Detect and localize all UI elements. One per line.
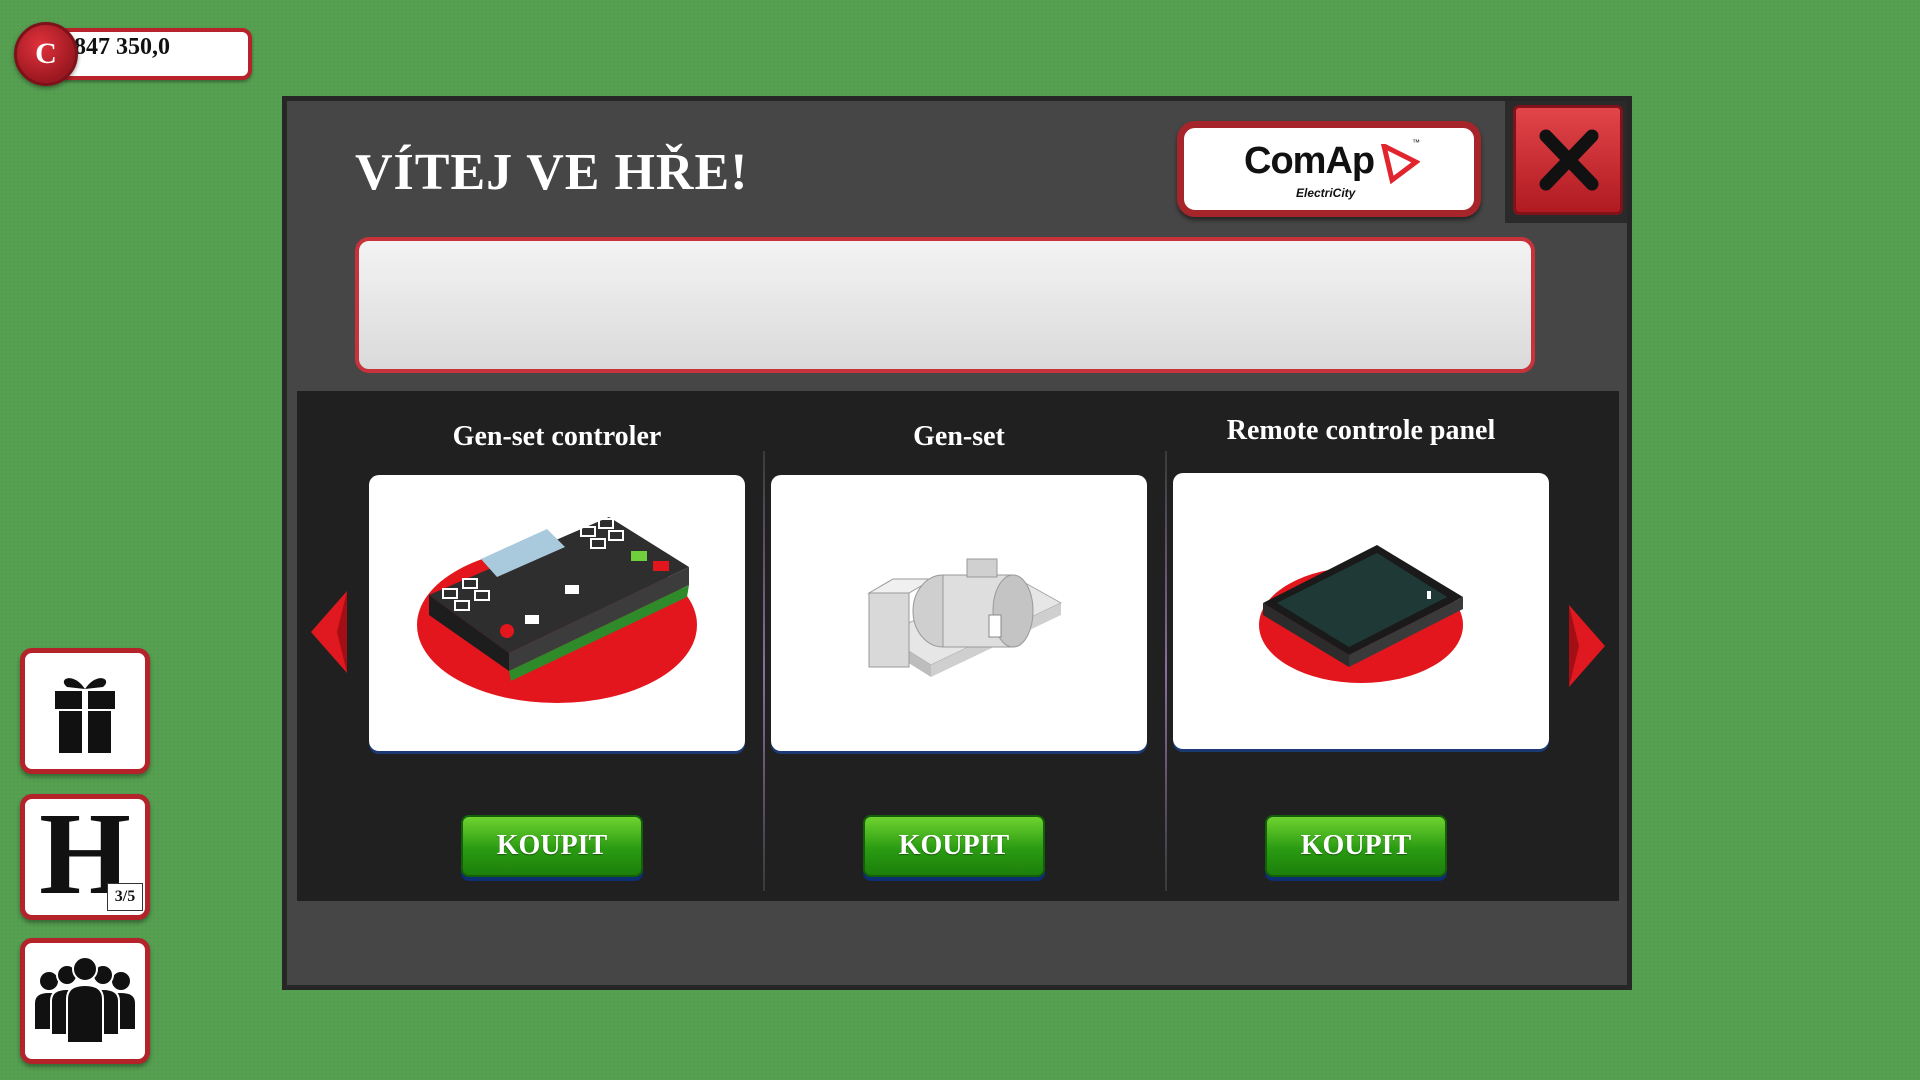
- currency-amount: 847 350,0: [74, 34, 170, 60]
- welcome-dialog: VÍTEJ VE HŘE! ComAp ™ ElectriCity Gen-se…: [282, 96, 1632, 990]
- dialog-title: VÍTEJ VE HŘE!: [355, 144, 749, 201]
- item-card[interactable]: [771, 475, 1147, 751]
- currency-display: 847 350,0 C: [14, 22, 252, 86]
- gift-icon: [55, 678, 115, 753]
- item-title: Gen-set controler: [452, 421, 662, 452]
- buy-button[interactable]: KOUPIT: [863, 815, 1045, 877]
- logo-trademark: ™: [1412, 138, 1420, 147]
- item-card[interactable]: [1173, 473, 1549, 749]
- buy-button[interactable]: KOUPIT: [461, 815, 643, 877]
- comap-arrow-icon: [1380, 144, 1420, 184]
- genset-icon: [867, 558, 1063, 677]
- genset-controller-icon: [417, 517, 697, 703]
- close-button[interactable]: [1513, 105, 1623, 215]
- logo-tagline: ElectriCity: [1296, 186, 1356, 200]
- hint-button[interactable]: H 3/5: [20, 791, 150, 920]
- item-card[interactable]: [369, 475, 745, 751]
- comap-logo-button[interactable]: ComAp ™ ElectriCity: [1177, 121, 1481, 217]
- shop-item-genset: Gen-set KOUPIT: [699, 391, 1147, 901]
- shop-panel: Gen-set controler KOUPIT Gen-set KOUPIT …: [297, 391, 1619, 901]
- gift-button[interactable]: [20, 648, 150, 774]
- logo-name: ComAp: [1244, 140, 1375, 182]
- remote-panel-icon: [1259, 545, 1463, 683]
- close-icon: [1539, 129, 1599, 191]
- people-icon: [35, 956, 135, 1044]
- coin-icon: C: [14, 22, 78, 86]
- coin-symbol: C: [35, 37, 57, 70]
- shop-item-remote-panel: Remote controle panel KOUPIT: [1101, 391, 1549, 901]
- item-title: Remote controle panel: [1226, 415, 1496, 446]
- next-arrow-icon[interactable]: [1563, 601, 1609, 691]
- hint-count-badge: 3/5: [107, 883, 143, 911]
- message-box: [355, 237, 1535, 373]
- friends-button[interactable]: [20, 938, 150, 1064]
- item-title: Gen-set: [913, 421, 1005, 452]
- shop-item-genset-controller: Gen-set controler KOUPIT: [297, 391, 745, 901]
- buy-button[interactable]: KOUPIT: [1265, 815, 1447, 877]
